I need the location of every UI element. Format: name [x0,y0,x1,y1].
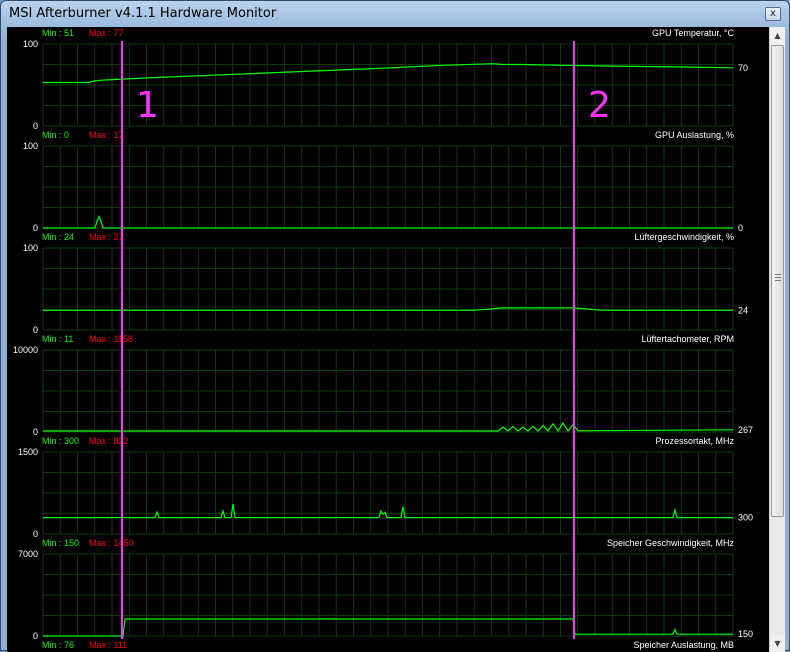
close-button[interactable]: x [765,7,781,21]
current-value-label: 70 [738,63,748,73]
min-label: Min : 11 [42,334,73,344]
title-bar[interactable]: MSI Afterburner v4.1.1 Hardware Monitor … [1,1,789,27]
y-axis-bottom-label: 0 [33,529,38,539]
max-label: Max : 77 [89,28,124,38]
min-label: Min : 300 [42,436,79,446]
marker-label-1: 1 [136,85,159,126]
graph-panel-fan-tach: Min : 11 Max : 1158 Lüftertachometer, RPM 1… [13,334,753,437]
max-label: Max : 1158 [89,334,133,344]
min-label: Min : 51 [42,28,74,38]
monitor-graphs: Min : 51 Max : 77 GPU Temperatur, °C100070… [13,28,753,650]
graph-panel-memory-usage: Min : 76 Max : 111 Speicher Auslastung, MB [42,640,734,650]
graph-panel-fan-speed: Min : 24 Max : 27 Lüftergeschwindigkeit, %… [23,232,748,335]
y-axis-top-label: 100 [23,141,38,151]
y-axis-top-label: 100 [23,243,38,253]
min-label: Min : 150 [42,538,79,548]
y-axis-top-label: 100 [23,39,38,49]
min-label: Min : 76 [42,640,74,650]
max-label: Max : 17 [89,130,124,140]
y-axis-bottom-label: 0 [33,325,38,335]
vertical-scrollbar[interactable]: ▲ ▼ [769,27,785,652]
y-axis-bottom-label: 0 [33,223,38,233]
y-axis-bottom-label: 0 [33,631,38,641]
scroll-up-arrow-icon[interactable]: ▲ [770,27,785,44]
current-value-label: 0 [738,223,743,233]
max-label: Max : 111 [89,640,127,650]
graph-panel-mem-clock: Min : 150 Max : 1450 Speicher Geschwindigk… [18,538,753,641]
marker-label-2: 2 [588,85,611,126]
y-axis-top-label: 10000 [13,345,38,355]
scrollbar-thumb[interactable] [771,45,784,517]
y-axis-bottom-label: 0 [33,121,38,131]
window-title: MSI Afterburner v4.1.1 Hardware Monitor [9,6,277,21]
graph-title: GPU Temperatur, °C [652,28,734,38]
graph-title: Lüftergeschwindigkeit, % [634,232,734,242]
y-axis-top-label: 1500 [18,447,38,457]
graph-panel-cpu-clock: Min : 300 Max : 822 Prozessortakt, MHz1500… [18,436,753,539]
current-value-label: 300 [738,513,753,523]
graph-title: GPU Auslastung, % [655,130,734,140]
max-label: Max : 27 [89,232,124,242]
y-axis-top-label: 7000 [18,549,38,559]
current-value-label: 267 [738,425,753,435]
current-value-label: 24 [738,305,748,315]
graph-title: Prozessortakt, MHz [655,436,734,446]
min-label: Min : 0 [42,130,69,140]
graph-area: Min : 51 Max : 77 GPU Temperatur, °C 100 0 70… [7,27,785,652]
hardware-monitor-window: MSI Afterburner v4.1.1 Hardware Monitor … [0,0,790,652]
y-axis-bottom-label: 0 [33,427,38,437]
grip-icon [775,274,781,282]
graph-title: Speicher Geschwindigkeit, MHz [607,538,735,548]
current-value-label: 150 [738,629,753,639]
graph-title: Speicher Auslastung, MB [633,640,734,650]
scroll-down-arrow-icon[interactable]: ▼ [770,635,785,652]
max-label: Max : 1450 [89,538,134,548]
graph-panel-gpu-temp: Min : 51 Max : 77 GPU Temperatur, °C 100 0 70 [23,28,748,131]
graph-title: Lüftertachometer, RPM [641,334,734,344]
graph-panel-gpu-load: Min : 0 Max : 17 GPU Auslastung, % 100 0 0 [23,130,743,233]
min-label: Min : 24 [42,232,74,242]
